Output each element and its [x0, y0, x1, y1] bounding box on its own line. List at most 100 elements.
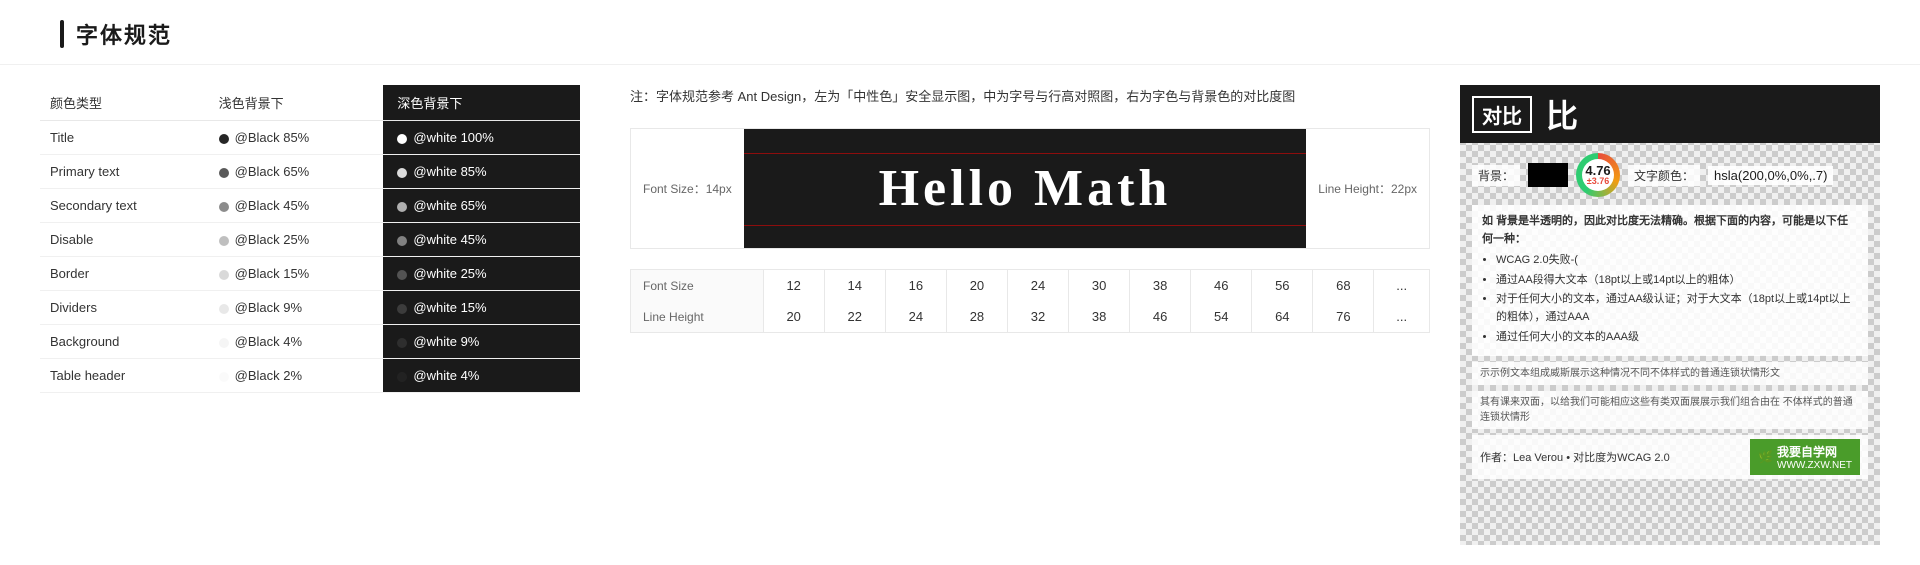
main-content: 颜色类型 浅色背景下 深色背景下 Title@Black 85%@white 1…: [0, 65, 1920, 565]
contrast-input-note: 其有课来双面，以给我们可能相应这些有类双面展展示我们组合由在 不体样式的普通连锁…: [1472, 391, 1868, 429]
line-height-label: Line Height：22px: [1306, 172, 1429, 205]
score-sub: ±3.76: [1587, 177, 1609, 186]
row-light: @Black 2%: [209, 359, 384, 393]
contrast-sample-note: 示示例文本组成威斯展示这种情况不同不体样式的普通连锁状情形文: [1472, 362, 1868, 385]
row-light: @Black 85%: [209, 121, 384, 155]
author-row: 作者：Lea Verou • 对比度为WCAG 2.0 🌿 我要自学网 WWW.…: [1472, 435, 1868, 479]
page-title: 字体规范: [76, 18, 172, 50]
score-inner: 4.76 ±3.76: [1582, 159, 1614, 191]
font-size-cell: 14: [824, 270, 885, 302]
line-height-row: Line Height20222428323846546476...: [631, 301, 1430, 333]
line-height-cell: 46: [1130, 301, 1191, 333]
line-height-cell: 54: [1191, 301, 1252, 333]
font-size-cell: 68: [1313, 270, 1374, 302]
logo-text: 我要自学网: [1777, 443, 1852, 460]
line-height-cell: 64: [1252, 301, 1313, 333]
row-light: @Black 15%: [209, 257, 384, 291]
size-table: Font Size12141620243038465668...Line Hei…: [630, 269, 1430, 333]
contrast-info-box: 如 背景是半透明的，因此对比度无法精确。根据下面的内容，可能是以下任何一种： W…: [1472, 205, 1868, 356]
author-text: 作者：Lea Verou • 对比度为WCAG 2.0: [1480, 449, 1670, 465]
row-light: @Black 25%: [209, 223, 384, 257]
font-size-cell: 24: [1007, 270, 1068, 302]
table-row: Border@Black 15%@white 25%: [40, 257, 580, 291]
row-dark: @white 4%: [383, 359, 580, 393]
font-size-cell: 16: [885, 270, 946, 302]
hello-math-text: Hello Math: [879, 159, 1172, 218]
score-circle: 4.76 ±3.76: [1576, 153, 1620, 197]
font-size-cell: 46: [1191, 270, 1252, 302]
site-url: WWW.ZXW.NET: [1777, 460, 1852, 471]
font-size-cell: 56: [1252, 270, 1313, 302]
row-dark: @white 15%: [383, 291, 580, 325]
row-dark: @white 45%: [383, 223, 580, 257]
info-bullet: 通过任何大小的文本的AAA级: [1496, 329, 1858, 347]
contrast-panel: 对比 比 背景： 4.76 ±3.76 文字颜色： hsla(200,0%,0%…: [1460, 85, 1880, 545]
color-table: 颜色类型 浅色背景下 深色背景下 Title@Black 85%@white 1…: [40, 85, 580, 545]
page-header: 字体规范: [0, 0, 1920, 65]
row-type: Background: [40, 325, 209, 359]
row-type: Secondary text: [40, 189, 209, 223]
table-row: Primary text@Black 65%@white 85%: [40, 155, 580, 189]
info-bullet: 对于任何大小的文本，通过AA级认证；对于大文本（18pt以上或14pt以上的粗体…: [1496, 291, 1858, 326]
col-header-type: 颜色类型: [40, 85, 209, 121]
info-title: 如 背景是半透明的，因此对比度无法精确。根据下面的内容，可能是以下任何一种：: [1482, 213, 1858, 248]
font-size-cell: 38: [1130, 270, 1191, 302]
right-section: 对比 比 背景： 4.76 ±3.76 文字颜色： hsla(200,0%,0%…: [1460, 85, 1880, 545]
text-color-label: 文字颜色：: [1628, 165, 1700, 186]
row-type: Dividers: [40, 291, 209, 325]
font-size-label-cell: Font Size: [631, 270, 764, 302]
contrast-header-label: 对比: [1472, 96, 1532, 133]
row-dark: @white 65%: [383, 189, 580, 223]
line-height-cell: 28: [946, 301, 1007, 333]
font-size-cell: 12: [763, 270, 824, 302]
font-size-cell: 30: [1069, 270, 1130, 302]
line-height-cell: 20: [763, 301, 824, 333]
font-size-row: Font Size12141620243038465668...: [631, 270, 1430, 302]
header-accent-bar: [60, 20, 64, 48]
line-height-cell: 76: [1313, 301, 1374, 333]
bg-label: 背景：: [1472, 165, 1520, 186]
table-row: Background@Black 4%@white 9%: [40, 325, 580, 359]
line-height-cell: 32: [1007, 301, 1068, 333]
row-type: Title: [40, 121, 209, 155]
font-size-cell: ...: [1374, 270, 1430, 302]
line-height-cell: ...: [1374, 301, 1430, 333]
info-bullet: WCAG 2.0失败-(: [1496, 252, 1858, 270]
line-height-label-cell: Line Height: [631, 301, 764, 333]
bg-color-swatch: [1528, 163, 1568, 187]
row-dark: @white 9%: [383, 325, 580, 359]
row-type: Border: [40, 257, 209, 291]
table-row: Table header@Black 2%@white 4%: [40, 359, 580, 393]
hello-math-demo: Font Size：14px Hello Math Line Height：22…: [630, 128, 1430, 249]
hsla-value: hsla(200,0%,0%,.7): [1708, 166, 1833, 185]
note-text: 注：字体规范参考 Ant Design，左为「中性色」安全显示图，中为字号与行高…: [630, 85, 1430, 108]
col-header-light: 浅色背景下: [209, 85, 384, 121]
row-light: @Black 9%: [209, 291, 384, 325]
row-type: Disable: [40, 223, 209, 257]
row-dark: @white 25%: [383, 257, 580, 291]
table-row: Disable@Black 25%@white 45%: [40, 223, 580, 257]
row-dark: @white 85%: [383, 155, 580, 189]
info-bullet: 通过AA段得大文本（18pt以上或14pt以上的粗体）: [1496, 272, 1858, 290]
contrast-score-row: 背景： 4.76 ±3.76 文字颜色： hsla(200,0%,0%,.7): [1472, 153, 1868, 197]
logo-badge: 🌿 我要自学网 WWW.ZXW.NET: [1750, 439, 1860, 475]
row-light: @Black 4%: [209, 325, 384, 359]
info-bullets-list: WCAG 2.0失败-( 通过AA段得大文本（18pt以上或14pt以上的粗体）对…: [1482, 252, 1858, 346]
hello-math-box: Hello Math: [744, 129, 1307, 248]
table-row: Dividers@Black 9%@white 15%: [40, 291, 580, 325]
row-light: @Black 65%: [209, 155, 384, 189]
table-row: Title@Black 85%@white 100%: [40, 121, 580, 155]
contrast-header: 对比 比: [1460, 85, 1880, 143]
table-row: Secondary text@Black 45%@white 65%: [40, 189, 580, 223]
line-height-cell: 38: [1069, 301, 1130, 333]
col-header-dark: 深色背景下: [383, 85, 580, 121]
row-light: @Black 45%: [209, 189, 384, 223]
leaf-icon: 🌿: [1758, 450, 1773, 464]
contrast-body: 背景： 4.76 ±3.76 文字颜色： hsla(200,0%,0%,.7) …: [1460, 143, 1880, 489]
line-height-cell: 22: [824, 301, 885, 333]
font-size-cell: 20: [946, 270, 1007, 302]
row-type: Table header: [40, 359, 209, 393]
contrast-header-char: 比: [1546, 91, 1578, 137]
row-type: Primary text: [40, 155, 209, 189]
middle-section: 注：字体规范参考 Ant Design，左为「中性色」安全显示图，中为字号与行高…: [610, 85, 1430, 545]
